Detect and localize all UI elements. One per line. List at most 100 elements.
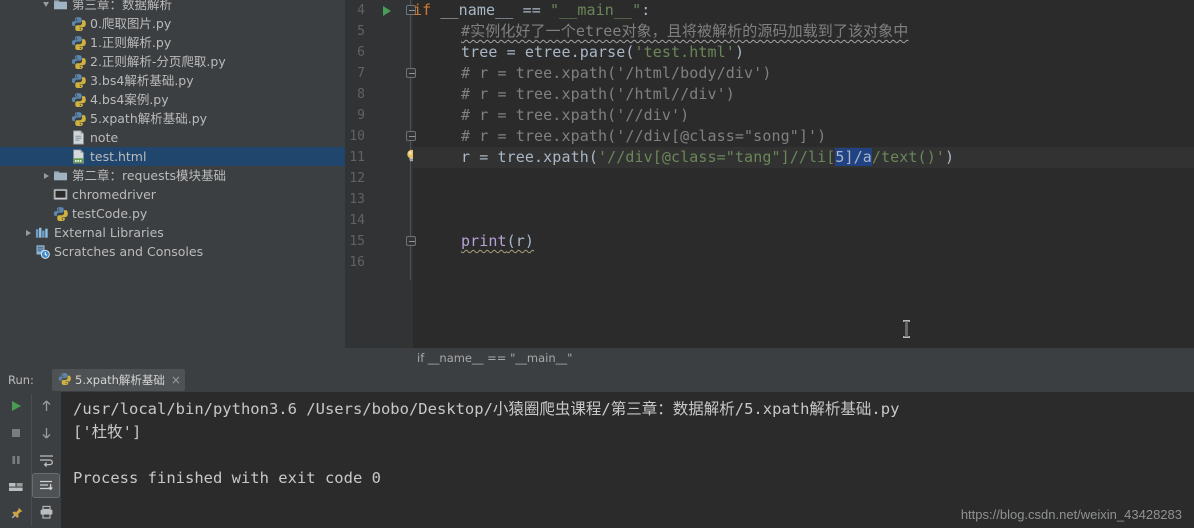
line-number-10: 10 [349,129,365,144]
python-file-icon [70,16,87,31]
run-tab-bar: Run: 5.xpath解析基础 × [0,368,1194,392]
tree-item-label: chromedriver [72,187,156,202]
token-comment: # r = tree.xpath('/html//div') [461,85,735,103]
chevron-right-icon[interactable] [22,229,34,236]
folder-icon [52,0,69,12]
python-file-icon [52,206,69,221]
python-file-icon [70,73,87,88]
text-file-icon [70,130,87,145]
tree-item-label: 3.bs4解析基础.py [90,73,194,88]
run-panel-label: Run: [8,373,34,387]
project-tool-window[interactable]: 第三章：数据解析 0.爬取图片.py 1.正则解析.py 2.正则解析-分页爬取.py… [0,0,345,365]
tree-item-6[interactable]: 5.xpath解析基础.py [0,109,345,128]
token-xpath-string-end: /text()' [871,148,945,166]
console-line-3: Process finished with exit code 0 [73,469,381,487]
library-icon [34,225,51,240]
tree-item-label: 2.正则解析-分页爬取.py [90,54,226,69]
tree-item-label: External Libraries [54,225,164,240]
python-file-icon [70,111,87,126]
code-line-9[interactable]: # r = tree.xpath('//div') [461,105,689,126]
stop-button[interactable] [0,419,32,446]
python-file-icon [70,54,87,69]
tree-item-11[interactable]: testCode.py [0,204,345,223]
console-line-0: /usr/local/bin/python3.6 /Users/bobo/Des… [73,400,900,418]
tree-item-2[interactable]: 1.正则解析.py [0,33,345,52]
close-icon[interactable]: × [171,374,181,386]
token-r-xpath: r = tree.xpath( [461,148,598,166]
code-line-15[interactable]: print(r) [461,231,534,252]
restore-layout-button[interactable] [0,473,32,500]
breadcrumb[interactable]: if __name__ == "__main__" [417,351,572,365]
line-number-5: 5 [357,24,365,39]
run-tab-title: 5.xpath解析基础 [75,373,165,387]
tree-item-10[interactable]: chromedriver [0,185,345,204]
token-comment: #实例化好了一个etree对象，且将被解析的源码加载到了该对象中 [461,22,909,40]
token-tree-parse: tree = etree.parse( [461,43,635,61]
tree-item-5[interactable]: 4.bs4案例.py [0,90,345,109]
token-paren-close: ) [944,148,955,166]
rerun-button[interactable] [0,392,32,419]
down-the-stack-button[interactable] [32,419,60,446]
line-number-11: 11 [349,150,365,165]
code-line-11[interactable]: r = tree.xpath('//div[@class="tang"]//li… [461,147,954,168]
token-string-main: "__main__" [549,1,642,19]
text-cursor-icon [902,320,911,338]
token-keyword-if: if [413,1,432,19]
tree-item-3[interactable]: 2.正则解析-分页爬取.py [0,52,345,71]
tree-item-label: test.html [90,149,147,164]
line-number-15: 15 [349,234,365,249]
tree-item-4[interactable]: 3.bs4解析基础.py [0,71,345,90]
line-number-14: 14 [349,213,365,228]
chevron-down-icon[interactable] [40,2,52,7]
token-comment: # r = tree.xpath('//div[@class="song"]') [461,127,827,145]
tree-item-label: 第三章：数据解析 [72,0,173,12]
tree-item-13[interactable]: Scratches and Consoles [0,242,345,261]
tree-item-7[interactable]: note [0,128,345,147]
watermark: https://blog.csdn.net/weixin_43428283 [960,507,1182,522]
token-dunder-name: __name__ [431,1,523,19]
code-line-7[interactable]: # r = tree.xpath('/html/body/div') [461,63,771,84]
run-configuration-tab[interactable]: 5.xpath解析基础 × [52,369,185,391]
scratches-icon [34,244,51,259]
editor-gutter[interactable]: 4 5 6 7 8 9 10 11 12 13 14 15 16 [345,0,416,348]
tree-item-9[interactable]: 第二章：requests模块基础 [0,166,345,185]
tree-item-8[interactable]: test.html [0,147,345,166]
code-text-area[interactable]: if __name__ == "__main__": #实例化好了一个etree… [413,0,1194,348]
binary-file-icon [52,187,69,202]
code-line-4[interactable]: if __name__ == "__main__": [413,0,650,21]
scroll-to-end-button[interactable] [32,473,60,498]
line-number-13: 13 [349,192,365,207]
print-button[interactable] [32,498,60,525]
line-number-4: 4 [357,3,365,18]
token-xpath-string-start: '//div[@class="tang"]//li[ [597,148,836,166]
editor-selection[interactable]: 5]/a [835,148,872,166]
python-file-icon [70,35,87,50]
run-gutter-icon[interactable] [383,6,391,16]
tree-item-label: 4.bs4案例.py [90,92,169,107]
tree-item-12[interactable]: External Libraries [0,223,345,242]
token-print-function: print [461,232,507,250]
tree-item-label: 0.爬取图片.py [90,16,172,31]
token-colon: : [641,1,651,19]
line-number-16: 16 [349,255,365,270]
tree-item-1[interactable]: 0.爬取图片.py [0,14,345,33]
up-the-stack-button[interactable] [32,392,60,419]
token-paren-close: ) [734,43,745,61]
ide-window: 第三章：数据解析 0.爬取图片.py 1.正则解析.py 2.正则解析-分页爬取.py… [0,0,1194,528]
tree-item-0[interactable]: 第三章：数据解析 [0,0,345,14]
folder-icon [52,168,69,183]
line-number-9: 9 [357,108,365,123]
code-line-10[interactable]: # r = tree.xpath('//div[@class="song"]') [461,126,826,147]
console-line-1: ['杜牧'] [73,423,142,441]
code-editor[interactable]: 4 5 6 7 8 9 10 11 12 13 14 15 16 if __name__ == "__m… [345,0,1194,348]
tree-item-label: 5.xpath解析基础.py [90,111,208,126]
chevron-right-icon[interactable] [40,172,52,179]
line-number-12: 12 [349,171,365,186]
code-line-5[interactable]: #实例化好了一个etree对象，且将被解析的源码加载到了该对象中 [461,21,908,42]
code-line-6[interactable]: tree = etree.parse('test.html') [461,42,744,63]
tree-item-label: note [90,130,119,145]
pause-button[interactable] [0,446,32,473]
soft-wrap-button[interactable] [32,446,60,473]
pin-tab-button[interactable] [0,500,32,527]
code-line-8[interactable]: # r = tree.xpath('/html//div') [461,84,735,105]
